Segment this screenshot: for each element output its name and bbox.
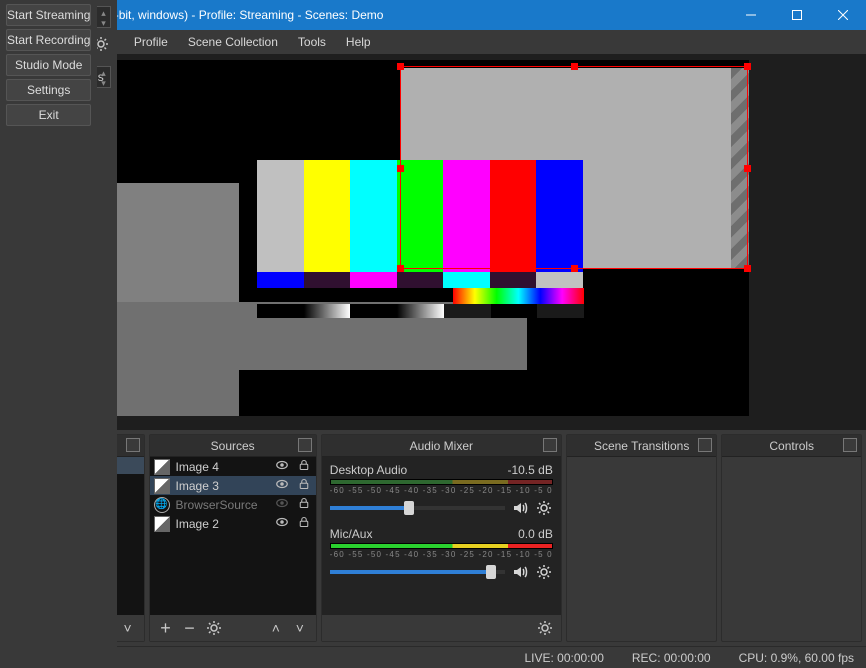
volume-slider[interactable] xyxy=(330,570,505,574)
move-scene-down-button[interactable]: ˅ xyxy=(118,618,138,638)
vu-meter xyxy=(330,543,553,549)
sources-list: Image 4 Image 3 🌐 BrowserSource Image 2 xyxy=(150,457,316,615)
window-controls xyxy=(728,0,866,30)
preview-row2 xyxy=(257,272,583,288)
preview-layer xyxy=(117,302,239,416)
maximize-button[interactable] xyxy=(774,0,820,30)
sources-footer: + − ˄ ˅ xyxy=(150,615,316,641)
channel-settings-button[interactable] xyxy=(535,563,553,581)
channel-db: -10.5 dB xyxy=(507,463,552,477)
menu-help[interactable]: Help xyxy=(336,32,381,52)
slider-knob[interactable] xyxy=(486,565,496,579)
window-title: OBS 25.0.4 (64-bit, windows) - Profile: … xyxy=(32,8,728,22)
start-recording-button[interactable]: Start Recording xyxy=(6,29,91,51)
lock-toggle[interactable] xyxy=(296,459,312,474)
visibility-toggle[interactable] xyxy=(274,458,290,475)
source-label: Image 2 xyxy=(176,517,268,531)
mixer-channel: Mic/Aux 0.0 dB -60 -55 -50 -45 -40 -35 -30… xyxy=(330,527,553,581)
panel-popout-icon[interactable] xyxy=(126,438,140,452)
menu-tools[interactable]: Tools xyxy=(288,32,336,52)
panels-row: Scenes Scene 1Scene 2Scene 3Scene 4Scene… xyxy=(0,430,866,646)
add-source-button[interactable]: + xyxy=(156,618,176,638)
channel-name: Mic/Aux xyxy=(330,527,373,541)
visibility-toggle[interactable] xyxy=(274,496,290,513)
mixer-channel: Desktop Audio -10.5 dB -60 -55 -50 -45 -40… xyxy=(330,463,553,517)
meter-ticks: -60 -55 -50 -45 -40 -35 -30 -25 -20 -15 … xyxy=(330,486,553,495)
controls-body: Start Streaming Start Recording Studio M… xyxy=(0,0,97,668)
vu-meter xyxy=(330,479,553,485)
studio-mode-button[interactable]: Studio Mode xyxy=(6,54,91,76)
source-properties-button[interactable] xyxy=(204,618,224,638)
preview-layer xyxy=(117,183,239,302)
speaker-icon[interactable] xyxy=(511,563,529,581)
preview-color-bars xyxy=(257,160,583,272)
lock-toggle[interactable] xyxy=(296,478,312,493)
visibility-toggle[interactable] xyxy=(274,477,290,494)
preview-gray-steps xyxy=(257,304,584,318)
menu-profile[interactable]: Profile xyxy=(124,32,178,52)
lock-toggle[interactable] xyxy=(296,516,312,531)
globe-icon: 🌐 xyxy=(154,497,170,513)
panel-popout-icon[interactable] xyxy=(698,438,712,452)
panel-header[interactable]: Audio Mixer xyxy=(322,435,561,457)
move-source-down-button[interactable]: ˅ xyxy=(290,618,310,638)
status-rec: REC: 00:00:00 xyxy=(632,651,711,665)
sources-panel: Sources Image 4Image 3🌐BrowserSourceImag… xyxy=(149,434,317,642)
panel-title: Sources xyxy=(211,439,255,453)
panel-header[interactable]: Sources xyxy=(150,435,316,457)
status-live: LIVE: 00:00:00 xyxy=(524,651,603,665)
volume-slider[interactable] xyxy=(330,506,505,510)
channel-name: Desktop Audio xyxy=(330,463,407,477)
statusbar: LIVE: 00:00:00 REC: 00:00:00 CPU: 0.9%, … xyxy=(0,646,866,668)
preview-area xyxy=(0,54,866,430)
panel-popout-icon[interactable] xyxy=(843,438,857,452)
channel-settings-button[interactable] xyxy=(535,499,553,517)
source-row[interactable]: Image 3 xyxy=(150,476,316,495)
remove-source-button[interactable]: − xyxy=(180,618,200,638)
preview-canvas[interactable] xyxy=(117,60,749,416)
transitions-panel: Scene Transitions Fade ▴▾ + − Duration 3… xyxy=(566,434,718,642)
controls-panel: Controls Start Streaming Start Recording… xyxy=(721,434,862,642)
minimize-button[interactable] xyxy=(728,0,774,30)
settings-button[interactable]: Settings xyxy=(6,79,91,101)
panel-popout-icon[interactable] xyxy=(298,438,312,452)
start-streaming-button[interactable]: Start Streaming xyxy=(6,4,91,26)
panel-popout-icon[interactable] xyxy=(543,438,557,452)
visibility-toggle[interactable] xyxy=(274,515,290,532)
panel-header[interactable]: Scene Transitions xyxy=(567,435,717,457)
source-label: Image 3 xyxy=(176,479,268,493)
panel-header[interactable]: Controls xyxy=(722,435,861,457)
status-cpu: CPU: 0.9%, 60.00 fps xyxy=(739,651,854,665)
exit-button[interactable]: Exit xyxy=(6,104,91,126)
close-button[interactable] xyxy=(820,0,866,30)
image-icon xyxy=(154,459,170,475)
mixer-settings-button[interactable] xyxy=(535,618,555,638)
source-label: BrowserSource xyxy=(176,498,268,512)
lock-toggle[interactable] xyxy=(296,497,312,512)
speaker-icon[interactable] xyxy=(511,499,529,517)
source-row[interactable]: Image 4 xyxy=(150,457,316,476)
preview-rainbow xyxy=(453,288,584,304)
slider-knob[interactable] xyxy=(404,501,414,515)
source-label: Image 4 xyxy=(176,460,268,474)
source-row[interactable]: Image 2 xyxy=(150,514,316,533)
panel-title: Audio Mixer xyxy=(410,439,473,453)
meter-ticks: -60 -55 -50 -45 -40 -35 -30 -25 -20 -15 … xyxy=(330,550,553,559)
image-icon xyxy=(154,516,170,532)
panel-title: Controls xyxy=(769,439,814,453)
source-row[interactable]: 🌐 BrowserSource xyxy=(150,495,316,514)
audio-mixer-panel: Audio Mixer Desktop Audio -10.5 dB -60 -55… xyxy=(321,434,562,642)
menu-scene-collection[interactable]: Scene Collection xyxy=(178,32,288,52)
channel-db: 0.0 dB xyxy=(518,527,553,541)
mixer-body: Desktop Audio -10.5 dB -60 -55 -50 -45 -40… xyxy=(322,457,561,615)
mixer-footer xyxy=(322,615,561,641)
panel-title: Scene Transitions xyxy=(594,439,689,453)
titlebar: OBS 25.0.4 (64-bit, windows) - Profile: … xyxy=(0,0,866,30)
preview-layer xyxy=(731,68,749,268)
image-icon xyxy=(154,478,170,494)
move-source-up-button[interactable]: ˄ xyxy=(266,618,286,638)
menubar: File Edit View Profile Scene Collection … xyxy=(0,30,866,54)
